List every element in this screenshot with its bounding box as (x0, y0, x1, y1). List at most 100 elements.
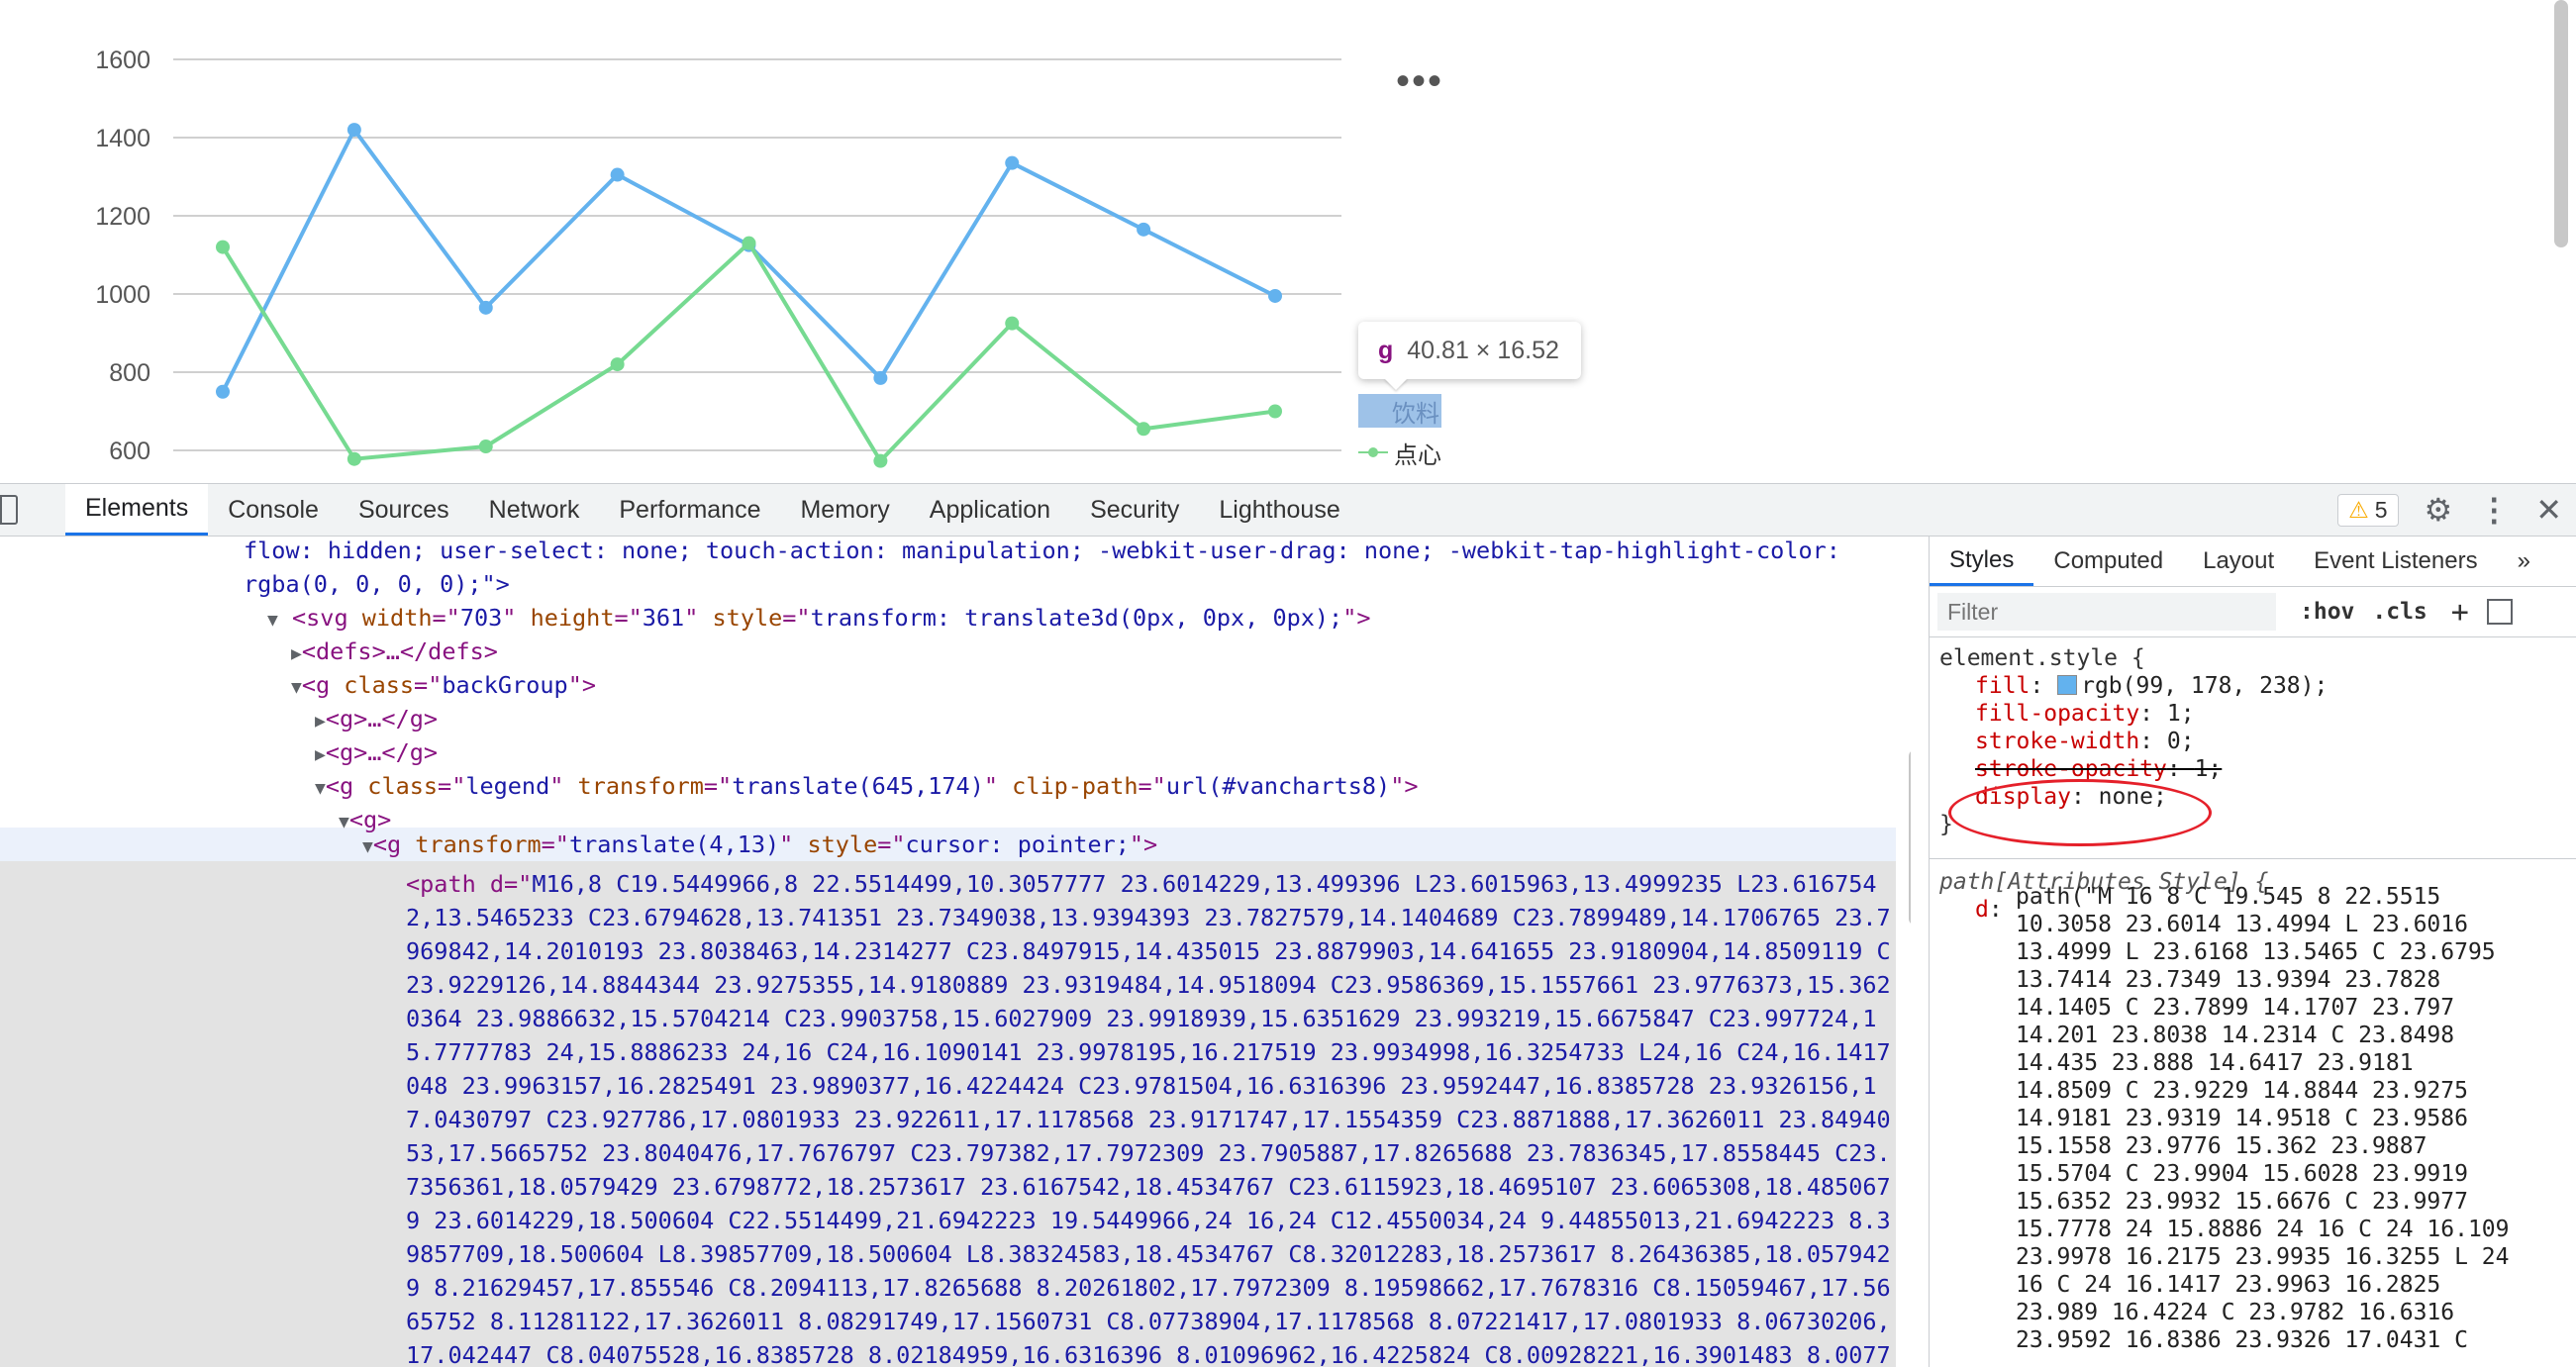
collapse-arrow-icon[interactable]: ▶ (315, 711, 326, 732)
expand-arrow-icon[interactable]: ▼ (315, 778, 326, 799)
data-point[interactable] (478, 300, 493, 315)
d-path-line: 13.7414 23.7349 13.9394 23.7828 (2016, 967, 2441, 993)
tab-computed[interactable]: Computed (2033, 537, 2183, 586)
data-point[interactable] (1268, 404, 1282, 419)
prop-name: fill-opacity (1975, 701, 2140, 727)
collapse-arrow-icon[interactable]: ▶ (315, 744, 326, 765)
node-path[interactable]: <path d="M16,8 C19.5449966,8 22.5514499,… (406, 867, 1896, 1367)
node-g-collapsed-2[interactable]: ▶<g>…</g> (315, 738, 438, 766)
element-style-selector: element.style { (1939, 644, 2145, 672)
node-g-inner[interactable]: ▼<g> (339, 806, 391, 833)
data-point[interactable] (347, 123, 361, 138)
data-point[interactable] (742, 236, 756, 250)
annotation-red-circle (1948, 779, 2212, 846)
tab-elements[interactable]: Elements (65, 484, 209, 536)
data-point[interactable] (1005, 316, 1020, 331)
data-point[interactable] (610, 167, 625, 182)
g-tag: <g>…</g> (325, 705, 439, 732)
styles-subtabs: Styles Computed Layout Event Listeners » (1930, 537, 2576, 587)
prop-name: stroke-width (1975, 729, 2140, 754)
close-icon[interactable]: ✕ (2535, 491, 2562, 529)
kebab-menu-icon[interactable]: ⋮ (2478, 491, 2510, 529)
d-path-line: 15.7778 24 15.8886 24 16 C 24 16.109 (2016, 1217, 2510, 1242)
style-rule-stroke-width[interactable]: stroke-width: 0; (1975, 728, 2195, 755)
data-point[interactable] (1137, 222, 1151, 237)
style-rule-fill[interactable]: fill: rgb(99, 178, 238); (1975, 672, 2328, 700)
tab-lighthouse[interactable]: Lighthouse (1199, 484, 1359, 536)
d-path-line: 14.201 23.8038 14.2314 C 23.8498 (2016, 1023, 2455, 1048)
data-point[interactable] (216, 240, 230, 254)
tab-styles[interactable]: Styles (1930, 537, 2034, 586)
data-point[interactable] (1137, 422, 1151, 437)
warnings-badge[interactable]: ⚠ 5 (2337, 493, 2399, 527)
y-tick-label: 1600 (95, 47, 150, 74)
d-path-line: 16 C 24 16.1417 23.9963 16.2825 (2016, 1272, 2441, 1298)
node-defs[interactable]: ▶<defs>…</defs> (291, 637, 498, 665)
d-path-line: 23.9978 16.2175 23.9935 16.3255 L 24 (2016, 1244, 2510, 1270)
legend-item-drinks[interactable]: 饮料 (1358, 394, 1441, 428)
collapse-arrow-icon[interactable]: ▶ (291, 643, 302, 664)
data-point[interactable] (216, 384, 230, 399)
data-point[interactable] (478, 439, 493, 454)
tab-application[interactable]: Application (910, 484, 1070, 536)
more-options-icon[interactable]: ••• (1396, 61, 1441, 101)
d-path-line: 15.6352 23.9932 15.6676 C 23.9977 (2016, 1189, 2468, 1215)
node-g-collapsed-1[interactable]: ▶<g>…</g> (315, 705, 438, 732)
attr-value: 361 (642, 604, 685, 632)
series-line-1 (221, 240, 1276, 464)
expand-arrow-icon[interactable]: ▼ (267, 610, 278, 631)
prop-value: rgb(99, 178, 238); (2081, 673, 2328, 699)
page-scrollbar[interactable] (2554, 0, 2568, 247)
data-point[interactable] (1005, 155, 1020, 170)
tab-sources[interactable]: Sources (339, 484, 469, 536)
more-tabs-chevron-icon[interactable]: » (2498, 537, 2550, 586)
new-style-rule-plus-icon[interactable]: + (2451, 595, 2469, 630)
toggle-sidebar-icon[interactable] (2486, 599, 2513, 625)
gear-icon[interactable]: ⚙ (2425, 491, 2453, 529)
tab-performance[interactable]: Performance (599, 484, 780, 536)
data-point[interactable] (347, 451, 361, 466)
style-rule-fill-opacity[interactable]: fill-opacity: 1; (1975, 700, 2195, 728)
legend-item-snacks-label: 点心 (1394, 441, 1441, 469)
attr-value: translate(645,174) (732, 772, 984, 800)
elements-tree: flow: hidden; user-select: none; touch-a… (0, 537, 1911, 1367)
series-line-0 (221, 126, 1276, 393)
devtools-toolbar-right: ⚠ 5 ⚙ ⋮ ✕ (2337, 484, 2562, 536)
data-point[interactable] (1268, 288, 1282, 303)
legend-item-snacks[interactable]: 点心 (1358, 436, 1441, 469)
d-path-line: 13.4999 L 23.6168 13.5465 C 23.6795 (2016, 939, 2496, 965)
devtools-tabbar: Elements Console Sources Network Performance… (0, 484, 2576, 537)
tab-security[interactable]: Security (1070, 484, 1199, 536)
tab-event-listeners[interactable]: Event Listeners (2294, 537, 2497, 586)
node-g-backgroup[interactable]: ▼<g class="backGroup"> (291, 671, 596, 699)
color-swatch-icon[interactable] (2057, 675, 2078, 695)
node-svg[interactable]: ▼ <svg width="703" height="361" style="t… (267, 604, 1371, 632)
styles-filter-input[interactable] (1937, 593, 2276, 631)
d-path-line: 10.3058 23.6014 13.4994 L 23.6016 (2016, 912, 2468, 937)
data-point[interactable] (610, 357, 625, 372)
node-g-selected[interactable]: ▼<g transform="translate(4,13)" style="c… (362, 830, 1157, 858)
class-toggle-button[interactable]: .cls (2372, 599, 2427, 625)
path-tag-open: <path d=" (406, 870, 533, 898)
attr-value: transform: translate3d(0px, 0px, 0px); (810, 604, 1343, 632)
attr-value: url(#vancharts8) (1165, 772, 1391, 800)
node-g-legend[interactable]: ▼<g class="legend" transform="translate(… (315, 772, 1418, 800)
d-path-line: 14.1405 C 23.7899 14.1707 23.797 (2016, 995, 2455, 1021)
hover-state-button[interactable]: :hov (2300, 599, 2354, 625)
tab-console[interactable]: Console (208, 484, 339, 536)
elements-scrollbar[interactable] (1909, 749, 1911, 926)
expand-arrow-icon[interactable]: ▼ (362, 836, 373, 857)
d-path-line: 23.989 16.4224 C 23.9782 16.6316 (2016, 1300, 2455, 1325)
data-point[interactable] (873, 370, 888, 385)
style-text-2: rgba(0, 0, 0, 0);"> (244, 570, 510, 598)
style-text-1: flow: hidden; user-select: none; touch-a… (244, 537, 1840, 564)
expand-arrow-icon[interactable]: ▼ (339, 812, 349, 832)
data-point[interactable] (873, 453, 888, 468)
tab-layout[interactable]: Layout (2183, 537, 2294, 586)
expand-arrow-icon[interactable]: ▼ (291, 677, 302, 698)
tab-memory[interactable]: Memory (780, 484, 909, 536)
dock-side-icon[interactable] (0, 495, 18, 525)
warnings-count: 5 (2374, 496, 2388, 523)
tab-network[interactable]: Network (469, 484, 600, 536)
attr-value: backGroup (442, 671, 568, 699)
